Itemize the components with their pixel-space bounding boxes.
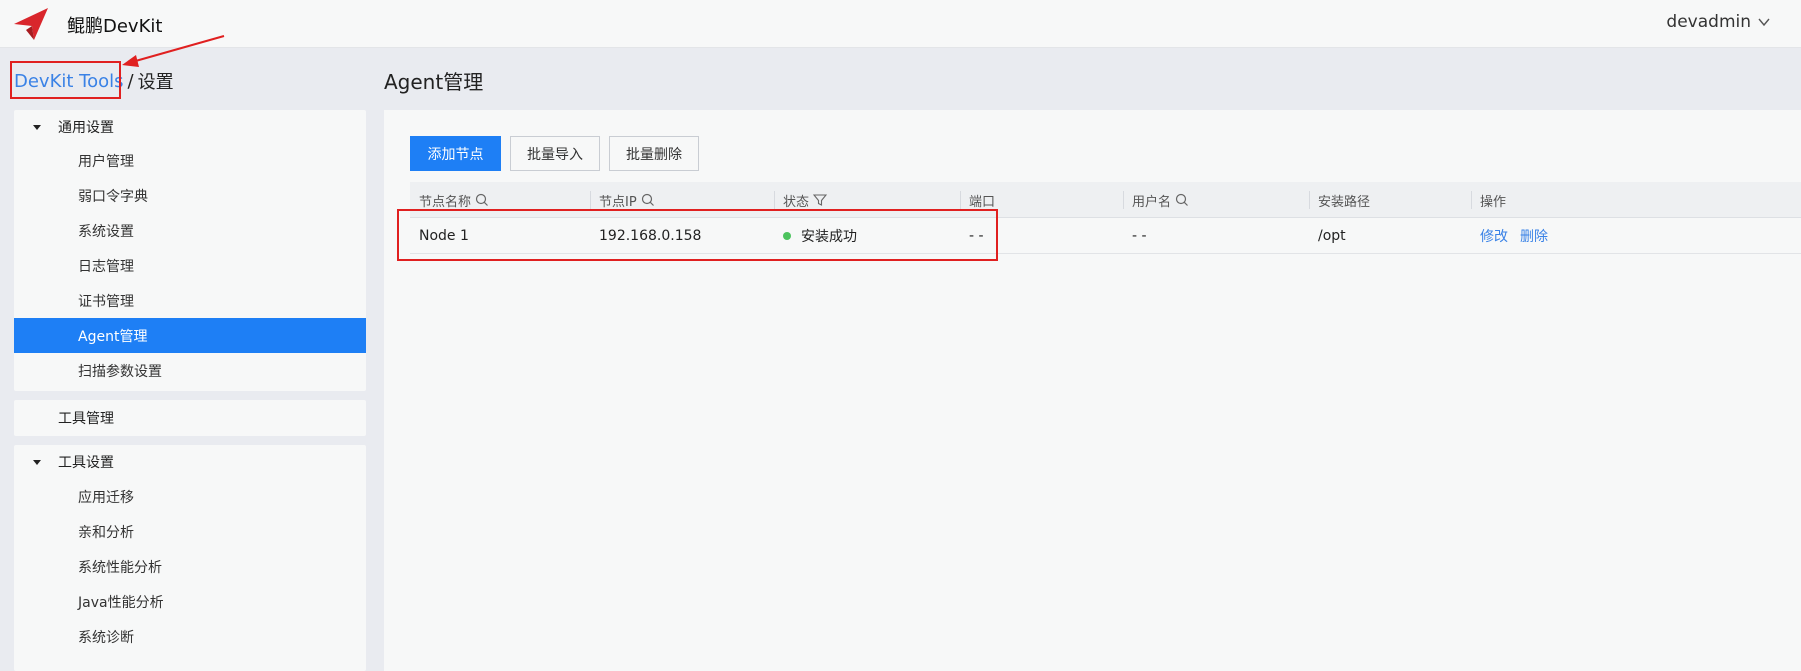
column-label: 操作 xyxy=(1480,194,1507,210)
user-menu[interactable]: devadmin xyxy=(1666,12,1771,32)
sidebar-group-tool-settings: 工具设置 应用迁移 亲和分析 系统性能分析 Java性能分析 系统诊断 xyxy=(14,445,366,671)
sidebar-group-header-general[interactable]: 通用设置 xyxy=(14,110,366,144)
chevron-down-icon xyxy=(1758,18,1770,27)
breadcrumb-current: 设置 xyxy=(137,72,174,93)
column-header-actions: 操作 xyxy=(1471,182,1506,218)
column-label: 端口 xyxy=(969,194,996,210)
sidebar-item-system-profiler[interactable]: 系统性能分析 xyxy=(14,549,366,584)
sidebar-group-label: 工具设置 xyxy=(58,455,114,471)
annotation-highlight-box xyxy=(10,61,121,99)
sidebar-item-system-diagnosis[interactable]: 系统诊断 xyxy=(14,619,366,654)
sidebar-group-label: 工具管理 xyxy=(58,411,114,427)
annotation-arrow-icon xyxy=(122,35,225,67)
sidebar-item-app-migration[interactable]: 应用迁移 xyxy=(14,479,366,514)
add-node-button[interactable]: 添加节点 xyxy=(410,136,501,171)
sidebar-group-header-tool-settings[interactable]: 工具设置 xyxy=(14,445,366,479)
sidebar-item-scan-parameters[interactable]: 扫描参数设置 xyxy=(14,353,366,388)
sidebar-item-weak-password-dict[interactable]: 弱口令字典 xyxy=(14,178,366,213)
column-header-install-path: 安装路径 xyxy=(1309,182,1370,218)
sidebar-item-agent-management[interactable]: Agent管理 xyxy=(14,318,366,353)
edit-link[interactable]: 修改 xyxy=(1480,226,1508,246)
top-bar: 鲲鹏DevKit devadmin xyxy=(0,0,1801,48)
batch-delete-button[interactable]: 批量删除 xyxy=(609,136,699,171)
column-label: 节点IP xyxy=(599,194,637,210)
sidebar-item-affinity-analysis[interactable]: 亲和分析 xyxy=(14,514,366,549)
sidebar-item-user-management[interactable]: 用户管理 xyxy=(14,143,366,178)
column-label: 状态 xyxy=(783,194,810,210)
sidebar-group-label: 通用设置 xyxy=(58,120,114,136)
sidebar-item-java-profiler[interactable]: Java性能分析 xyxy=(14,584,366,619)
kunpeng-logo-icon xyxy=(14,8,48,40)
cell-username: - - xyxy=(1132,228,1147,244)
column-header-username: 用户名 xyxy=(1123,182,1189,218)
filter-icon[interactable] xyxy=(813,193,828,207)
sidebar-item-tool-management[interactable]: 工具管理 xyxy=(14,401,366,435)
user-name: devadmin xyxy=(1666,12,1751,32)
column-label: 安装路径 xyxy=(1318,194,1371,210)
search-icon[interactable] xyxy=(475,193,489,207)
page-title: Agent管理 xyxy=(384,70,484,94)
annotation-row-highlight-box xyxy=(397,209,998,261)
cell-install-path: /opt xyxy=(1318,228,1346,244)
search-icon[interactable] xyxy=(1175,193,1189,207)
caret-down-icon xyxy=(33,460,41,465)
sidebar-item-system-settings[interactable]: 系统设置 xyxy=(14,213,366,248)
sidebar-item-log-management[interactable]: 日志管理 xyxy=(14,248,366,283)
delete-link[interactable]: 删除 xyxy=(1520,226,1548,246)
batch-import-button[interactable]: 批量导入 xyxy=(510,136,600,171)
cell-actions: 修改 删除 xyxy=(1471,218,1560,254)
column-label: 用户名 xyxy=(1132,194,1172,210)
sidebar-group-tool-management: 工具管理 xyxy=(14,400,366,436)
sidebar-item-certificate-management[interactable]: 证书管理 xyxy=(14,283,366,318)
caret-down-icon xyxy=(33,125,41,130)
breadcrumb-separator: / xyxy=(127,70,134,92)
sidebar-group-general: 通用设置 用户管理 弱口令字典 系统设置 日志管理 证书管理 Agent管理 扫… xyxy=(14,110,366,391)
main-panel: 添加节点 批量导入 批量删除 节点名称 节点IP 状态 端口 用户名 安装路径 … xyxy=(384,110,1801,671)
column-label: 节点名称 xyxy=(419,194,472,210)
search-icon[interactable] xyxy=(641,193,655,207)
